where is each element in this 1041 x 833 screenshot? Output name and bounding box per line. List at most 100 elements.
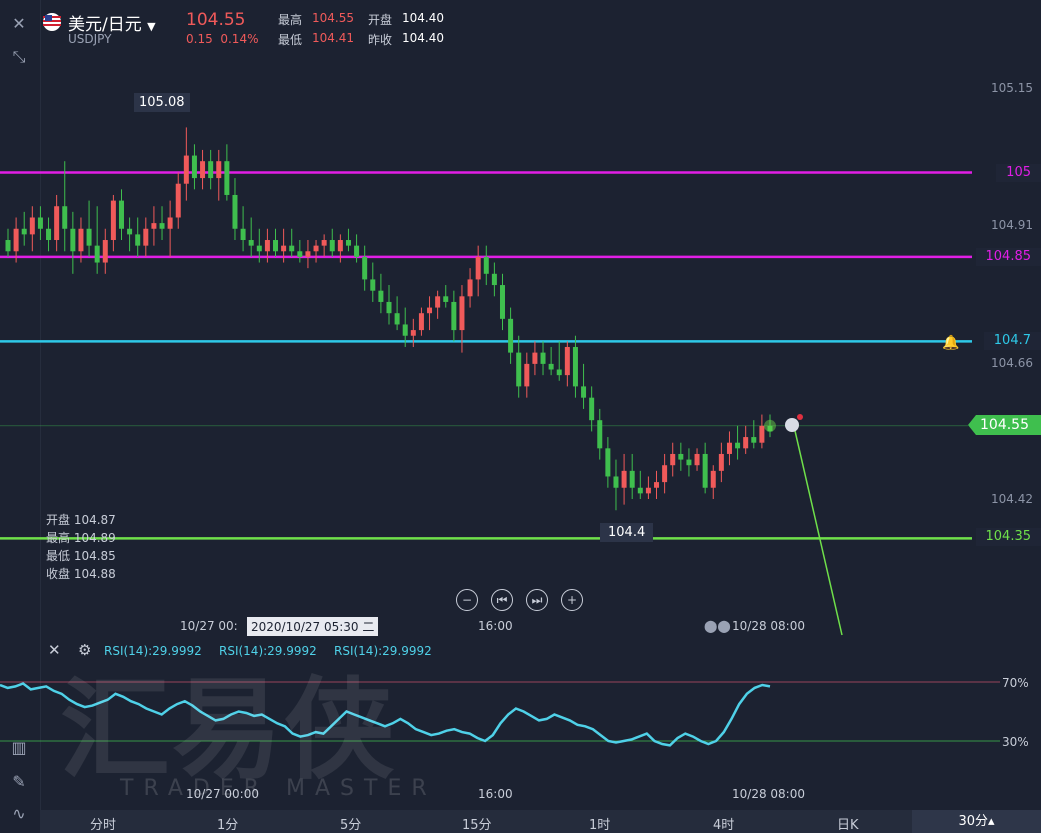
candle-body: [686, 459, 692, 466]
low-marker: 104.4: [600, 523, 654, 542]
current-price-tag: 104.55: [968, 415, 1041, 435]
candle-body: [232, 194, 238, 229]
candle-body: [386, 301, 392, 314]
candle-body: [110, 200, 116, 241]
candle-body: [726, 442, 732, 454]
candle-body: [289, 245, 295, 252]
candle-body: [427, 307, 433, 314]
tf-5m[interactable]: 5分: [340, 814, 361, 833]
candle-body: [175, 183, 181, 218]
candle-body: [605, 448, 611, 477]
candle-body: [94, 245, 100, 263]
alert-bell-icon[interactable]: 🔔: [942, 335, 959, 351]
candle-body: [321, 240, 327, 246]
live-price-dot: [764, 419, 776, 432]
candle-body: [402, 324, 408, 336]
rsi-time-label: 10/27 00:00: [186, 787, 259, 801]
rsi-level-70: 70%: [1002, 676, 1029, 690]
candle-body: [118, 200, 124, 229]
candle-body: [589, 397, 595, 421]
time-axis-label: 16:00: [478, 619, 513, 633]
candle-body: [637, 487, 643, 494]
jump-end-button[interactable]: ⏭: [526, 589, 548, 611]
ohlc-close: 收盘 104.88: [46, 567, 116, 581]
level-tag-104-7[interactable]: 104.7: [983, 332, 1041, 350]
candle-body: [329, 240, 335, 252]
candle-body: [143, 228, 149, 246]
candle-body: [718, 453, 724, 471]
rsi-settings-icon[interactable]: ⚙: [78, 641, 91, 659]
candle-body: [86, 228, 92, 246]
level-tag-105[interactable]: 105: [996, 164, 1041, 182]
high-marker: 105.08: [134, 93, 190, 112]
rsi-close-icon[interactable]: ✕: [48, 641, 61, 659]
candle-body: [459, 296, 465, 331]
candle-body: [621, 470, 627, 488]
candle-body: [467, 279, 473, 297]
candle-body: [491, 273, 497, 286]
candle-body: [508, 318, 514, 353]
rsi-label: RSI(14):29.9992: [219, 644, 317, 658]
rsi-time-label: 10/28 08:00: [732, 787, 805, 801]
tf-30m-selected[interactable]: 30分▴: [912, 810, 1041, 833]
candle-body: [654, 482, 660, 488]
price-axis-label: 105.15: [991, 81, 1033, 95]
candle-body: [556, 369, 562, 376]
zoom-out-button[interactable]: −: [456, 589, 478, 611]
rsi-time-label: 16:00: [478, 787, 513, 801]
price-axis-label: 104.42: [991, 492, 1033, 506]
tf-daily[interactable]: 日K: [837, 814, 859, 833]
candle-body: [581, 386, 587, 398]
link-icon[interactable]: ⬤⬤: [704, 619, 731, 633]
candle-body: [670, 453, 676, 466]
candle-body: [702, 453, 708, 488]
candle-body: [499, 285, 505, 319]
tf-15m[interactable]: 15分: [462, 814, 492, 833]
candle-body: [370, 279, 376, 291]
candle-body: [216, 161, 222, 179]
ohlc-low: 最低 104.85: [46, 549, 116, 563]
candle-body: [281, 245, 287, 252]
candle-body: [70, 228, 76, 252]
candle-body: [102, 240, 108, 263]
candle-body: [5, 240, 11, 252]
candle-body: [532, 352, 538, 364]
candle-body: [13, 228, 19, 252]
candle-body: [410, 330, 416, 336]
candle-body: [37, 217, 43, 229]
level-tag-104-85[interactable]: 104.85: [975, 248, 1041, 266]
candle-body: [167, 217, 173, 229]
time-axis-label: 10/28 08:00: [732, 619, 805, 633]
candle-body: [21, 228, 27, 235]
candle-body: [394, 313, 400, 325]
ohlc-open: 开盘 104.87: [46, 513, 116, 527]
level-tag-104-35[interactable]: 104.35: [975, 528, 1041, 546]
candle-body: [451, 301, 457, 331]
tf-4h[interactable]: 4时: [713, 814, 734, 833]
rsi-level-30: 30%: [1002, 735, 1029, 749]
candle-body: [613, 476, 619, 488]
watermark-subtitle: TRADER MASTER: [120, 776, 437, 801]
candle-body: [345, 240, 351, 246]
candle-body: [475, 256, 481, 280]
rsi-label: RSI(14):29.9992: [104, 644, 202, 658]
candle-body: [264, 240, 270, 252]
candle-body: [564, 346, 570, 376]
tf-tick[interactable]: 分时: [90, 814, 116, 833]
tf-1m[interactable]: 1分: [217, 814, 238, 833]
time-axis-label: 10/27 00:: [180, 619, 238, 633]
candle-body: [662, 465, 668, 483]
candle-body: [572, 346, 578, 387]
candle-body: [240, 228, 246, 241]
zoom-in-button[interactable]: +: [561, 589, 583, 611]
candle-body: [29, 217, 35, 235]
candle-body: [645, 487, 651, 494]
crosshair-time-label: 2020/10/27 05:30 二: [247, 617, 379, 636]
alert-dot: [797, 414, 803, 420]
candle-body: [710, 470, 716, 488]
jump-start-button[interactable]: ⏮: [491, 589, 513, 611]
forecast-line: [794, 430, 843, 636]
timeframe-bar: [40, 810, 1041, 833]
tf-1h[interactable]: 1时: [589, 814, 610, 833]
info-marker-icon: [785, 418, 799, 432]
